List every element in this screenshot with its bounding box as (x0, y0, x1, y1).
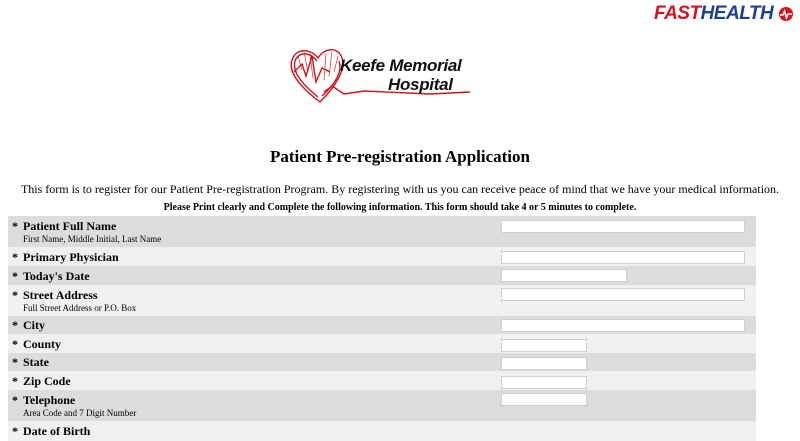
brand-fast: FAST (654, 3, 701, 24)
required-marker: * (12, 269, 18, 283)
primary-physician-input[interactable] (501, 251, 745, 264)
field-hint: Full Street Address or P.O. Box (23, 303, 137, 313)
required-marker: * (12, 355, 18, 369)
required-marker: * (12, 288, 18, 302)
form-row-street-address: * Street Address Full Street Address or … (8, 285, 756, 316)
field-label: Today's Date (23, 269, 90, 283)
form-row-telephone: * Telephone Area Code and 7 Digit Number (8, 390, 756, 421)
required-marker: * (12, 250, 18, 264)
form-row-primary-physician: * Primary Physician (8, 247, 756, 266)
field-label: Patient Full Name (23, 219, 117, 233)
field-label: Zip Code (23, 374, 71, 388)
form-row-city: * City (8, 316, 756, 334)
telephone-input[interactable] (501, 393, 587, 406)
field-label: State (23, 355, 49, 369)
city-input[interactable] (501, 319, 745, 332)
patient-full-name-input[interactable] (501, 220, 745, 233)
field-label: City (23, 318, 45, 332)
hospital-name-line-2: Hospital (388, 75, 453, 94)
todays-date-input[interactable] (501, 269, 627, 282)
county-input[interactable] (501, 339, 587, 352)
fast-health-logo[interactable]: FASTHEALTH (654, 3, 794, 25)
form-row-zip-code: * Zip Code (8, 371, 756, 390)
required-marker: * (12, 337, 18, 351)
form-row-todays-date: * Today's Date (8, 266, 756, 285)
state-input[interactable] (501, 357, 587, 370)
page-title: Patient Pre-registration Application (269, 147, 530, 166)
form-row-state: * State (8, 353, 756, 371)
ecg-heartbeat-icon (779, 6, 793, 21)
field-hint: First Name, Middle Initial, Last Name (23, 234, 162, 244)
field-label: Primary Physician (23, 250, 119, 264)
form-row-county: * County (8, 334, 756, 353)
hospital-name-line-1: Keefe Memorial (340, 56, 462, 75)
registration-form: * Patient Full Name First Name, Middle I… (8, 216, 756, 441)
street-address-input[interactable] (501, 288, 745, 301)
hospital-logo: Keefe Memorial Hospital (280, 42, 480, 104)
field-label: Telephone (23, 393, 76, 407)
required-marker: * (12, 393, 18, 407)
required-marker: * (12, 374, 18, 388)
required-marker: * (12, 318, 18, 332)
zip-code-input[interactable] (501, 376, 587, 389)
required-marker: * (12, 219, 18, 233)
field-hint: Area Code and 7 Digit Number (23, 408, 137, 418)
instructions-text: Please Print clearly and Complete the fo… (163, 202, 637, 213)
form-row-date-of-birth: * Date of Birth (8, 421, 756, 441)
brand-health: HEALTH (700, 3, 774, 24)
field-label: Street Address (23, 288, 98, 302)
intro-text: This form is to register for our Patient… (20, 182, 780, 196)
field-label: County (23, 337, 62, 351)
form-row-patient-full-name: * Patient Full Name First Name, Middle I… (8, 216, 756, 247)
